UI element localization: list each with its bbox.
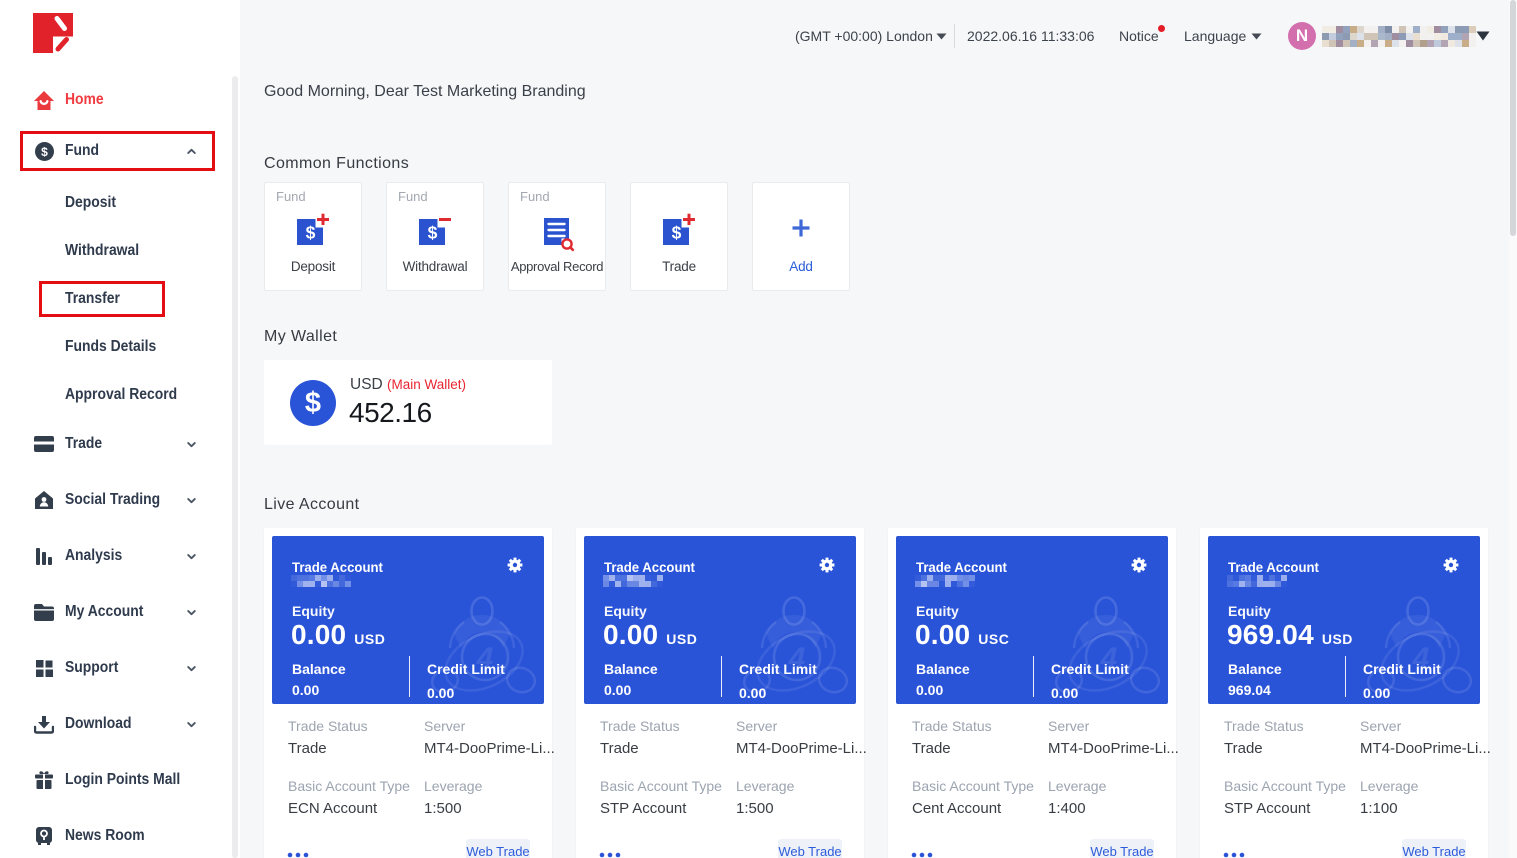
- svg-text:$: $: [672, 223, 682, 243]
- svg-text:$: $: [428, 223, 438, 243]
- svg-text:$: $: [306, 223, 316, 243]
